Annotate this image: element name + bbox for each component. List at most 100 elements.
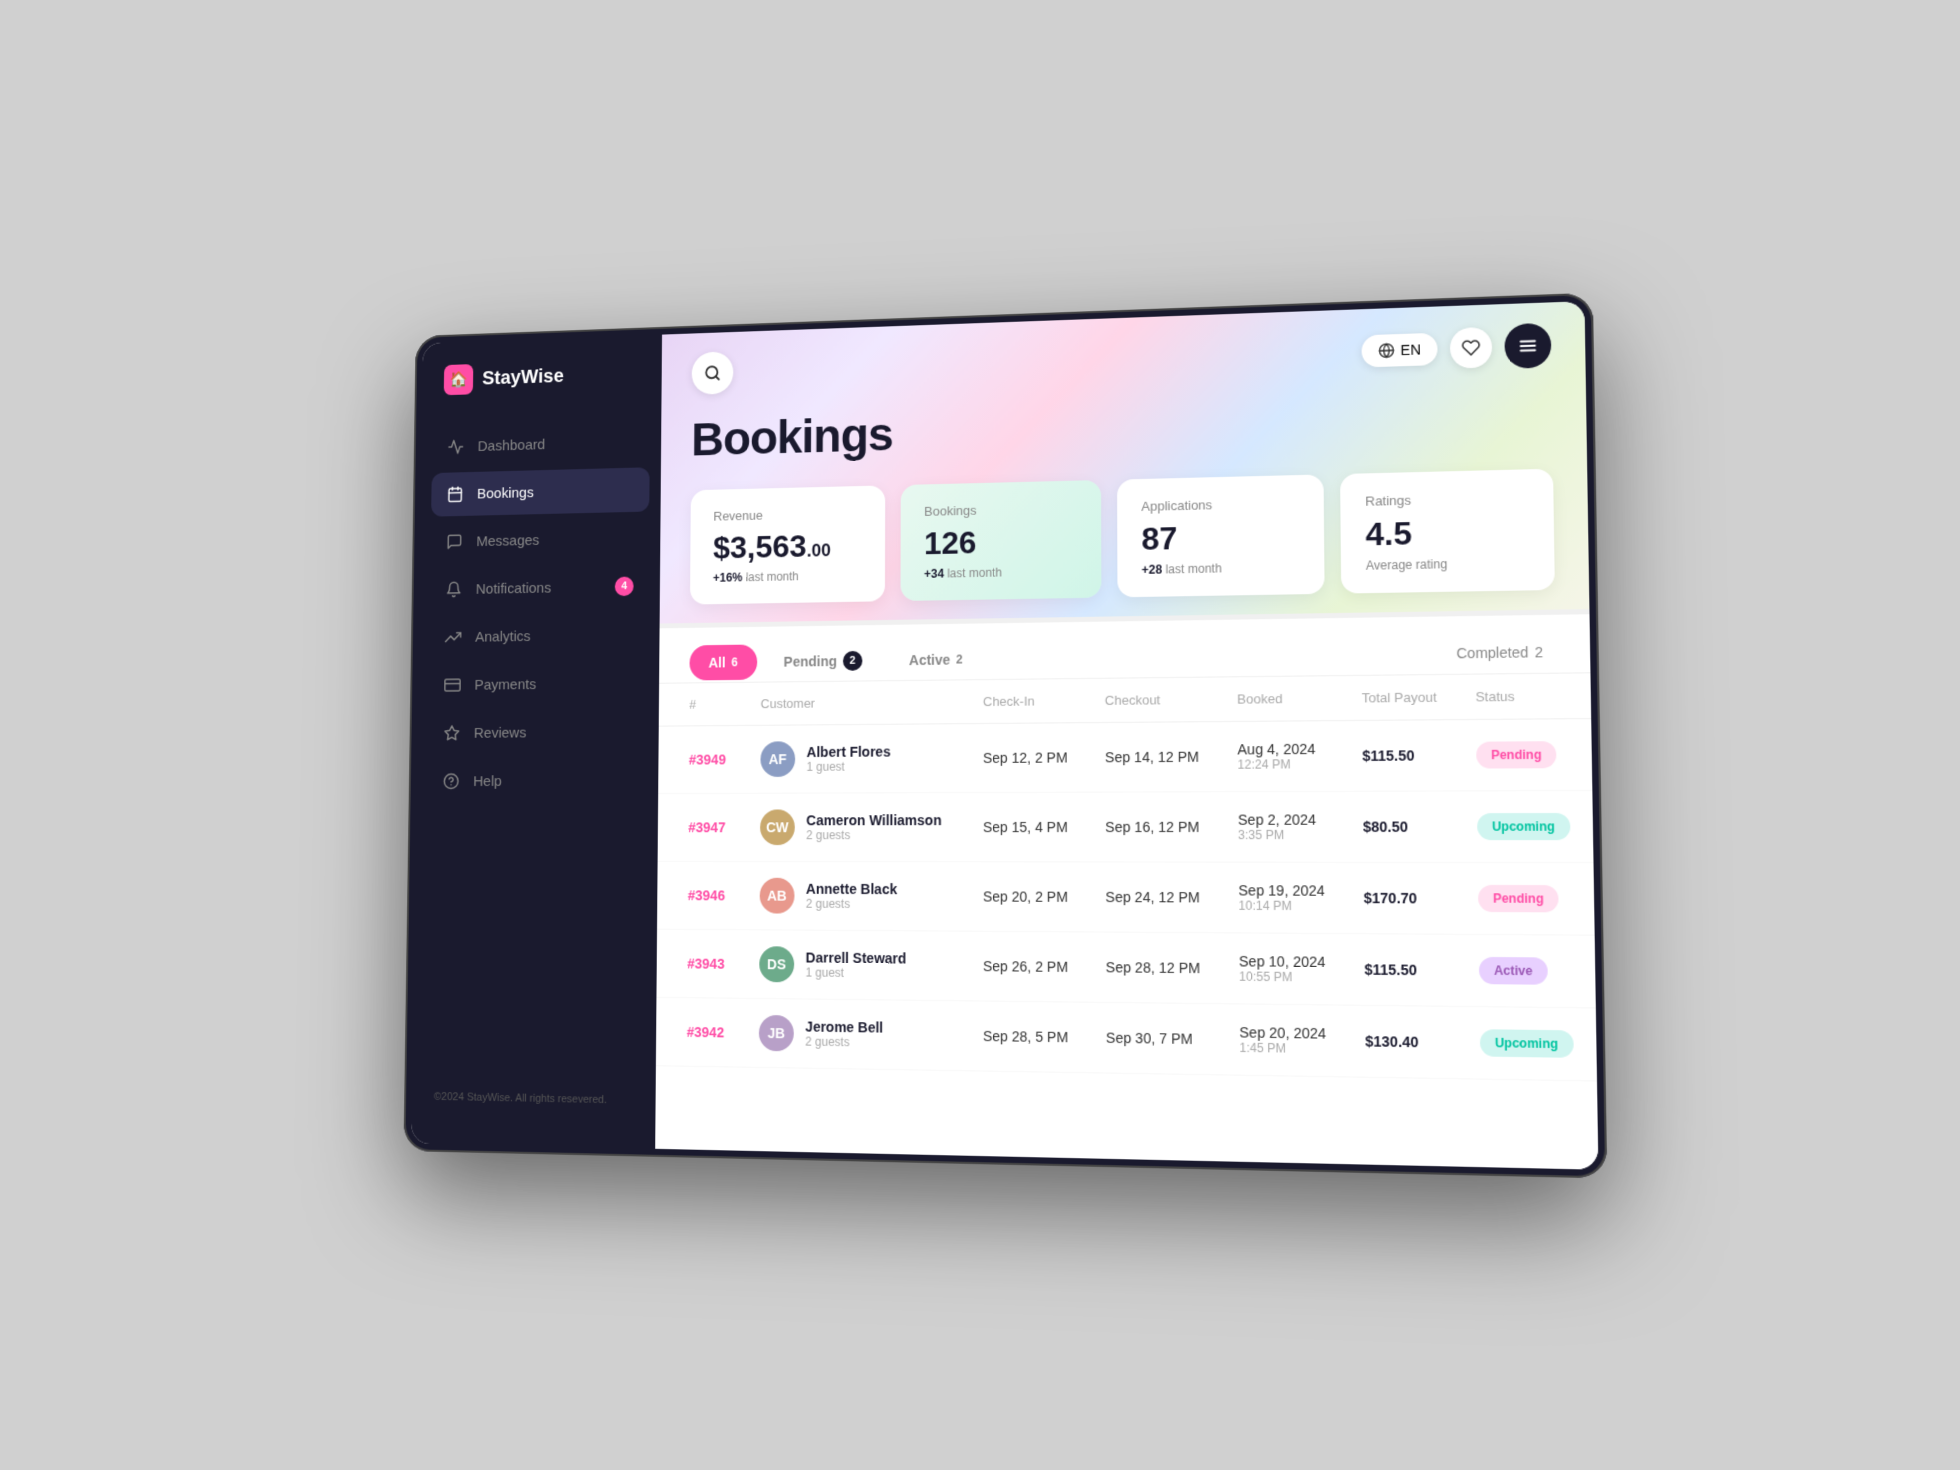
device-frame: 🏠 StayWise Dashboard Bookings [403, 293, 1607, 1179]
copyright-text: ©2024 StayWise. All rights resevered. [434, 1091, 607, 1106]
customer-name: Albert Flores [807, 744, 891, 760]
bookings-icon [446, 485, 465, 504]
sidebar-item-dashboard[interactable]: Dashboard [432, 419, 650, 469]
checkout-date: Sep 14, 12 PM [1089, 722, 1222, 793]
stat-value-bookings: 126 [924, 523, 1077, 561]
stat-card-applications: Applications 87 +28 last month [1117, 474, 1325, 597]
sidebar-item-reviews[interactable]: Reviews [428, 709, 648, 755]
customer-guests: 2 guests [806, 897, 897, 911]
customer-name: Jerome Bell [805, 1019, 883, 1036]
booked-date: Sep 10, 2024 10:55 PM [1222, 933, 1348, 1005]
sidebar-item-label: Payments [474, 676, 536, 693]
sidebar-item-payments[interactable]: Payments [428, 661, 648, 708]
screen: 🏠 StayWise Dashboard Bookings [411, 301, 1598, 1170]
language-label: EN [1400, 341, 1420, 358]
top-bar-actions: EN [1361, 323, 1552, 374]
customer-cell: JB Jerome Bell 2 guests [743, 998, 967, 1070]
notifications-badge: 4 [615, 577, 634, 597]
total-payout: $80.50 [1346, 791, 1461, 863]
total-payout: $130.40 [1348, 1005, 1463, 1079]
booked-date: Sep 19, 2024 10:14 PM [1222, 862, 1348, 933]
booked-date: Sep 20, 2024 1:45 PM [1223, 1004, 1349, 1077]
avatar: AF [760, 741, 795, 777]
analytics-icon [444, 628, 463, 647]
booking-id: #3946 [657, 861, 744, 929]
stat-label-applications: Applications [1141, 495, 1299, 514]
sidebar-item-label: Bookings [477, 484, 534, 502]
status-cell: Pending [1459, 719, 1593, 791]
col-checkin: Check-In [967, 679, 1089, 724]
stat-label-ratings: Ratings [1365, 490, 1528, 509]
sidebar-item-bookings[interactable]: Bookings [431, 467, 650, 516]
table-header: # Customer Check-In Checkout Booked Tota… [659, 674, 1591, 727]
table-row[interactable]: #3946 AB Annette Black 2 guests Sep 20, … [657, 861, 1595, 935]
tab-all[interactable]: All 6 [689, 645, 756, 681]
stats-row: Revenue $3,563.00 +16% last month Bookin… [660, 468, 1590, 629]
stat-value-ratings: 4.5 [1365, 513, 1528, 552]
sidebar-item-label: Help [473, 773, 502, 790]
logo-icon: 🏠 [444, 364, 474, 395]
checkout-date: Sep 28, 12 PM [1089, 932, 1222, 1004]
status-badge: Upcoming [1480, 1029, 1574, 1058]
col-payout: Total Payout [1345, 675, 1459, 721]
tab-completed[interactable]: Completed 2 [1444, 634, 1557, 673]
sidebar-item-label: Analytics [475, 628, 531, 645]
reviews-icon [442, 723, 461, 742]
table-row[interactable]: #3947 CW Cameron Williamson 2 guests Sep… [658, 791, 1594, 863]
status-badge: Pending [1478, 885, 1559, 912]
col-id: # [659, 683, 746, 726]
col-checkout: Checkout [1089, 678, 1221, 723]
sidebar-item-label: Messages [476, 532, 539, 550]
status-cell: Upcoming [1460, 791, 1594, 863]
stat-card-ratings: Ratings 4.5 Average rating [1340, 469, 1555, 594]
status-cell: Pending [1461, 863, 1595, 936]
status-badge: Upcoming [1477, 813, 1570, 840]
col-booked: Booked [1221, 676, 1346, 721]
sidebar-item-help[interactable]: Help [427, 758, 647, 804]
sidebar-item-notifications[interactable]: Notifications 4 [430, 564, 649, 612]
customer-cell: CW Cameron Williamson 2 guests [744, 793, 967, 862]
checkin-date: Sep 26, 2 PM [967, 931, 1090, 1002]
messages-icon [445, 532, 464, 551]
customer-guests: 2 guests [806, 828, 941, 842]
stat-card-revenue: Revenue $3,563.00 +16% last month [690, 485, 885, 604]
page-title: Bookings [691, 388, 1553, 467]
customer-guests: 1 guest [807, 760, 891, 774]
total-payout: $170.70 [1347, 863, 1462, 935]
stat-label-revenue: Revenue [713, 506, 862, 524]
customer-name: Annette Black [806, 881, 897, 897]
sidebar-item-label: Dashboard [478, 436, 546, 454]
checkin-date: Sep 28, 5 PM [967, 1001, 1090, 1073]
language-button[interactable]: EN [1361, 333, 1438, 368]
stat-change-applications: +28 last month [1142, 560, 1300, 577]
stat-value-revenue: $3,563.00 [713, 528, 862, 565]
menu-button[interactable] [1504, 323, 1551, 369]
payments-icon [443, 675, 462, 694]
table-row[interactable]: #3943 DS Darrell Steward 1 guest Sep 26,… [656, 929, 1595, 1008]
dashboard-icon [447, 437, 465, 456]
table-row[interactable]: #3949 AF Albert Flores 1 guest Sep 12, 2… [658, 719, 1592, 794]
sidebar-logo: 🏠 StayWise [422, 358, 662, 427]
checkin-date: Sep 20, 2 PM [967, 862, 1089, 932]
search-button[interactable] [692, 351, 734, 395]
stat-change-revenue: +16% last month [713, 568, 862, 584]
customer-cell: DS Darrell Steward 1 guest [744, 930, 968, 1001]
sidebar-nav: Dashboard Bookings Messages [412, 419, 661, 1078]
sidebar-item-label: Notifications [476, 580, 552, 598]
total-payout: $115.50 [1347, 934, 1462, 1007]
sidebar-item-analytics[interactable]: Analytics [429, 612, 648, 660]
tab-active[interactable]: Active 2 [889, 642, 982, 679]
table-row[interactable]: #3942 JB Jerome Bell 2 guests Sep 28, 5 … [656, 998, 1597, 1082]
total-payout: $115.50 [1345, 720, 1459, 792]
booking-id: #3942 [656, 998, 744, 1068]
status-cell: Upcoming [1462, 1007, 1597, 1082]
favorites-button[interactable] [1450, 327, 1493, 369]
sidebar-item-messages[interactable]: Messages [430, 515, 649, 564]
help-icon [442, 772, 461, 791]
customer-cell: AB Annette Black 2 guests [744, 862, 967, 932]
avatar: JB [759, 1015, 794, 1051]
avatar: CW [760, 810, 795, 846]
tab-pending[interactable]: Pending 2 [764, 641, 881, 682]
notifications-icon [445, 580, 464, 599]
col-status: Status [1458, 674, 1591, 720]
